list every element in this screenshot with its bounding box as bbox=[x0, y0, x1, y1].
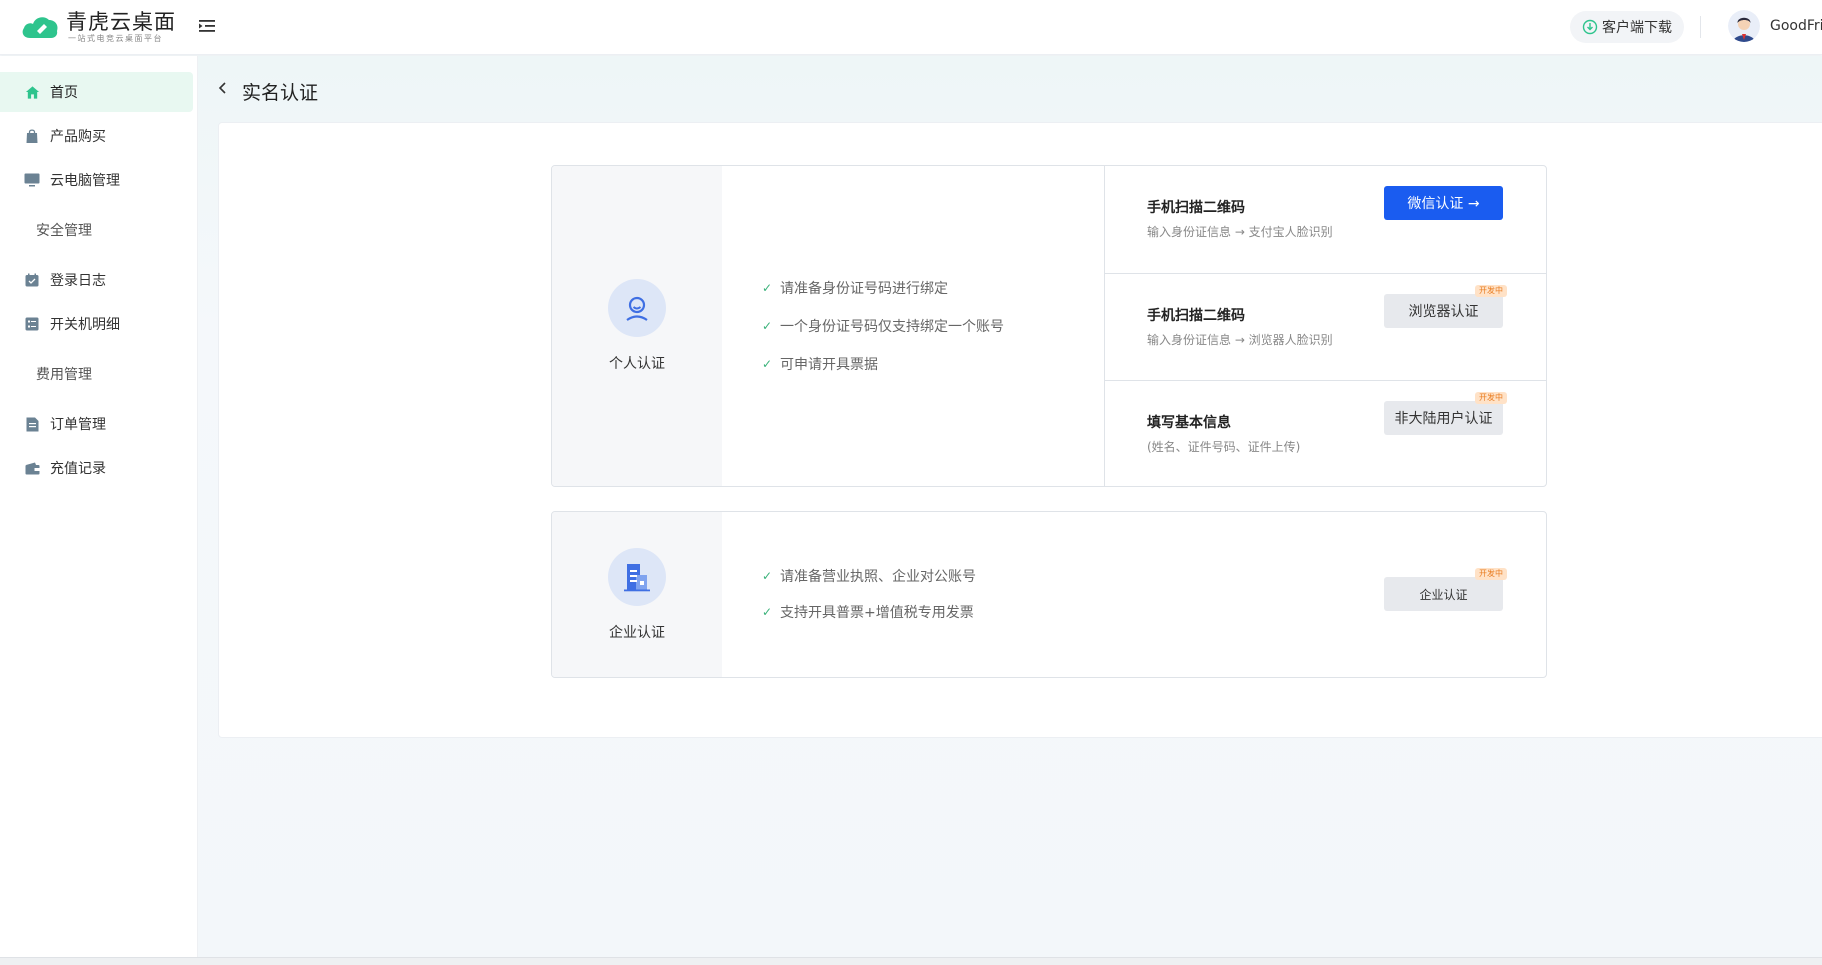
enterprise-verify-button[interactable]: 企业认证 开发中 bbox=[1384, 568, 1507, 611]
personal-verification-panel: 个人认证 bbox=[552, 166, 722, 486]
option-description: 输入身份证信息 → 浏览器人脸识别 bbox=[1147, 333, 1333, 347]
enterprise-verification-block: 企业认证 ✓ 请准备营业执照、企业对公账号 ✓ 支持开具普票+增值税专用发票 企业认… bbox=[551, 511, 1547, 678]
option-title: 手机扫描二维码 bbox=[1147, 308, 1245, 324]
option-title: 填写基本信息 bbox=[1147, 415, 1231, 431]
check-icon: ✓ bbox=[762, 281, 773, 295]
home-icon bbox=[24, 84, 40, 100]
sidebar-group-fee-management[interactable]: 费用管理 bbox=[36, 364, 92, 384]
page-title: 实名认证 bbox=[242, 82, 319, 104]
sidebar-item-product-purchase[interactable]: 产品购买 bbox=[0, 116, 193, 156]
sidebar-item-label: 云电脑管理 bbox=[50, 173, 120, 189]
requirement-text: 请准备营业执照、企业对公账号 bbox=[780, 569, 976, 585]
non-mainland-verification-option: 填写基本信息 (姓名、证件号码、证件上传) 非大陆用户认证 开发中 bbox=[1105, 380, 1546, 486]
client-download-label: 客户端下载 bbox=[1602, 20, 1672, 36]
requirement-item: ✓ 支持开具普票+增值税专用发票 bbox=[762, 602, 976, 622]
top-bar: 青虎云桌面 一站式电竞云桌面平台 客户端下载 GoodFrie bbox=[0, 0, 1822, 55]
browser-verify-button[interactable]: 浏览器认证 开发中 bbox=[1384, 285, 1507, 328]
enterprise-verify-label: 企业认证 bbox=[1419, 587, 1468, 602]
back-arrow-icon[interactable] bbox=[216, 80, 230, 96]
sidebar-item-recharge-records[interactable]: 充值记录 bbox=[0, 448, 193, 488]
non-mainland-verify-button[interactable]: 非大陆用户认证 开发中 bbox=[1384, 392, 1507, 435]
sidebar-item-cloud-pc-management[interactable]: 云电脑管理 bbox=[0, 160, 193, 200]
sidebar-item-label: 开关机明细 bbox=[50, 317, 120, 333]
download-icon bbox=[1582, 19, 1598, 35]
enterprise-verification-panel: 企业认证 bbox=[552, 512, 722, 677]
brand-title: 青虎云桌面 bbox=[66, 10, 176, 34]
sidebar-item-label: 订单管理 bbox=[50, 417, 106, 433]
sidebar-item-power-details[interactable]: 开关机明细 bbox=[0, 304, 193, 344]
sidebar-item-label: 登录日志 bbox=[50, 273, 106, 289]
check-icon: ✓ bbox=[762, 357, 773, 371]
browser-verification-option: 手机扫描二维码 输入身份证信息 → 浏览器人脸识别 浏览器认证 开发中 bbox=[1105, 273, 1546, 380]
in-development-badge: 开发中 bbox=[1475, 285, 1507, 297]
building-icon bbox=[608, 547, 666, 606]
requirement-text: 支持开具普票+增值税专用发票 bbox=[780, 605, 974, 621]
requirement-item: ✓ 请准备身份证号码进行绑定 bbox=[762, 278, 1004, 298]
requirement-item: ✓ 一个身份证号码仅支持绑定一个账号 bbox=[762, 316, 1004, 336]
wallet-icon bbox=[24, 460, 40, 476]
personal-verification-label: 个人认证 bbox=[609, 356, 665, 372]
list-icon bbox=[24, 316, 40, 332]
main-content: 实名认证 个人认证 ✓ 请准备身份证号码进行绑定 ✓ 一个身份证号码仅支持绑定一个账… bbox=[198, 56, 1822, 965]
requirement-text: 请准备身份证号码进行绑定 bbox=[780, 281, 948, 297]
requirement-text: 一个身份证号码仅支持绑定一个账号 bbox=[780, 319, 1004, 335]
non-mainland-verify-label: 非大陆用户认证 bbox=[1394, 411, 1493, 427]
avatar bbox=[1728, 10, 1760, 42]
in-development-badge: 开发中 bbox=[1475, 568, 1507, 580]
check-icon: ✓ bbox=[762, 605, 773, 619]
personal-user-icon bbox=[608, 279, 666, 337]
option-description: (姓名、证件号码、证件上传) bbox=[1147, 440, 1301, 454]
personal-requirements: ✓ 请准备身份证号码进行绑定 ✓ 一个身份证号码仅支持绑定一个账号 ✓ 可申请开具票据 bbox=[762, 278, 1004, 374]
verification-card: 个人认证 ✓ 请准备身份证号码进行绑定 ✓ 一个身份证号码仅支持绑定一个账号 ✓ 可申… bbox=[218, 122, 1822, 738]
username: GoodFrie bbox=[1770, 18, 1822, 34]
sidebar-item-home[interactable]: 首页 bbox=[0, 72, 193, 112]
sidebar: 首页 产品购买 云电脑管理 安全管理 登录日志 开关机明细 费用管理 订单管理 bbox=[0, 56, 198, 965]
user-menu[interactable]: GoodFrie bbox=[1728, 10, 1822, 42]
menu-collapse-icon[interactable] bbox=[197, 16, 217, 36]
horizontal-scrollbar[interactable] bbox=[0, 957, 1822, 965]
sidebar-item-label: 充值记录 bbox=[50, 461, 106, 477]
wechat-verify-button[interactable]: 微信认证 → bbox=[1384, 186, 1503, 220]
sidebar-item-label: 产品购买 bbox=[50, 129, 106, 145]
client-download-button[interactable]: 客户端下载 bbox=[1570, 11, 1684, 43]
personal-verification-block: 个人认证 ✓ 请准备身份证号码进行绑定 ✓ 一个身份证号码仅支持绑定一个账号 ✓ 可申… bbox=[551, 165, 1547, 487]
in-development-badge: 开发中 bbox=[1475, 392, 1507, 404]
enterprise-requirements: ✓ 请准备营业执照、企业对公账号 ✓ 支持开具普票+增值税专用发票 bbox=[762, 566, 976, 622]
requirement-item: ✓ 可申请开具票据 bbox=[762, 354, 1004, 374]
enterprise-verification-label: 企业认证 bbox=[609, 624, 665, 641]
option-description: 输入身份证信息 → 支付宝人脸识别 bbox=[1147, 225, 1333, 239]
monitor-icon bbox=[24, 172, 40, 188]
requirement-item: ✓ 请准备营业执照、企业对公账号 bbox=[762, 566, 976, 586]
document-icon bbox=[24, 416, 40, 432]
check-icon: ✓ bbox=[762, 569, 773, 583]
requirement-text: 可申请开具票据 bbox=[780, 357, 878, 373]
sidebar-group-security-management[interactable]: 安全管理 bbox=[36, 220, 92, 240]
brand-subtitle: 一站式电竞云桌面平台 bbox=[68, 34, 163, 43]
option-title: 手机扫描二维码 bbox=[1147, 200, 1245, 216]
check-icon: ✓ bbox=[762, 319, 773, 333]
wechat-verification-option: 手机扫描二维码 输入身份证信息 → 支付宝人脸识别 微信认证 → bbox=[1105, 166, 1546, 273]
sidebar-item-order-management[interactable]: 订单管理 bbox=[0, 404, 193, 444]
brand-logo[interactable]: 青虎云桌面 一站式电竞云桌面平台 bbox=[20, 10, 176, 44]
shopping-bag-icon bbox=[24, 128, 40, 144]
cloud-logo-icon bbox=[22, 17, 58, 38]
header-divider bbox=[1700, 16, 1701, 38]
browser-verify-label: 浏览器认证 bbox=[1408, 304, 1479, 320]
sidebar-item-login-log[interactable]: 登录日志 bbox=[0, 260, 193, 300]
calendar-check-icon bbox=[24, 272, 40, 288]
sidebar-item-label: 首页 bbox=[50, 85, 78, 101]
